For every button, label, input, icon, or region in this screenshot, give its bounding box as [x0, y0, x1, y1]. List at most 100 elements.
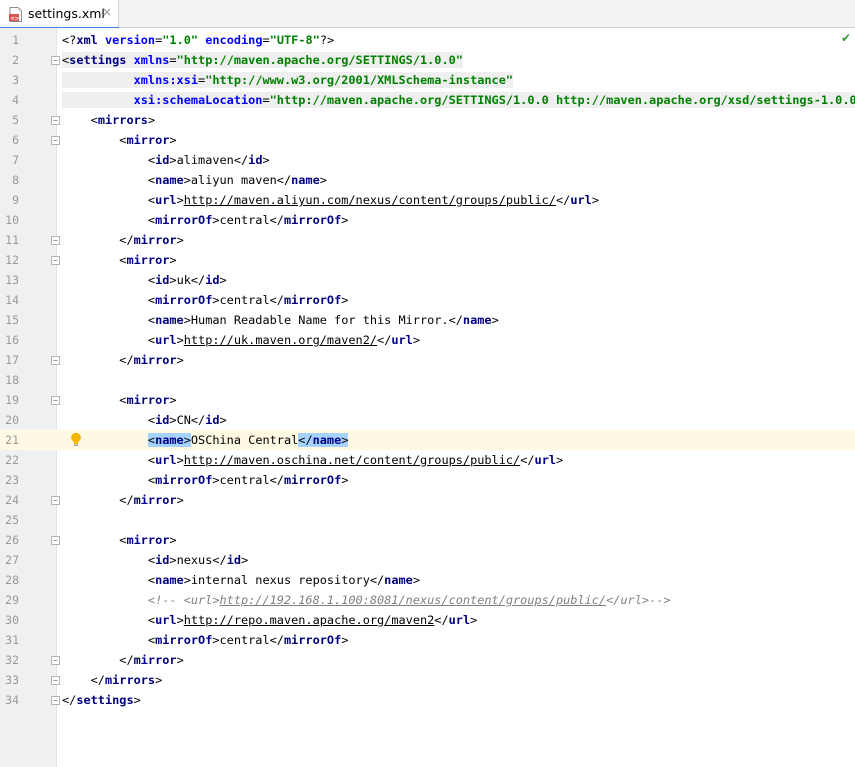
inspection-ok-icon[interactable]: ✔ [841, 31, 851, 45]
code-text: <name>internal nexus repository</name> [62, 572, 420, 588]
code-line[interactable]: 18 [0, 370, 855, 390]
code-token: > [176, 353, 184, 367]
code-text: <id>alimaven</id> [62, 152, 270, 168]
code-line[interactable]: 13 <id>uk</id> [0, 270, 855, 290]
code-line[interactable]: 34 </settings> [0, 690, 855, 710]
fold-marker-icon[interactable] [51, 536, 60, 545]
code-line[interactable]: 5 <mirrors> [0, 110, 855, 130]
code-line[interactable]: 16 <url>http://uk.maven.org/maven2/</url… [0, 330, 855, 350]
code-token: < [147, 273, 156, 287]
code-line[interactable]: 29 <!-- <url>http://192.168.1.100:8081/n… [0, 590, 855, 610]
code-line[interactable]: 1 <?xml version="1.0" encoding="UTF-8"?> [0, 30, 855, 50]
code-token: encoding [205, 33, 263, 47]
code-line[interactable]: 21 <name>OSChina Central</name> [0, 430, 855, 450]
fold-marker-icon[interactable] [51, 676, 60, 685]
code-token: > [147, 113, 156, 127]
fold-marker-icon[interactable] [51, 496, 60, 505]
tab-settings-xml[interactable]: <> settings.xml × [0, 0, 119, 29]
code-line[interactable]: 3 xmlns:xsi="http://www.w3.org/2001/XMLS… [0, 70, 855, 90]
code-token: name [155, 313, 184, 327]
fold-marker-icon[interactable] [51, 56, 60, 65]
code-token: <? [62, 33, 77, 47]
code-token: name [312, 433, 342, 447]
code-token: mirror [133, 493, 177, 507]
code-line[interactable]: 2 <settings xmlns="http://maven.apache.or… [0, 50, 855, 70]
code-token: mirror [133, 353, 177, 367]
code-text: <mirror> [62, 132, 176, 148]
svg-text:<>: <> [10, 16, 20, 22]
code-line[interactable]: 25 [0, 510, 855, 530]
code-line[interactable]: 30 <url>http://repo.maven.apache.org/mav… [0, 610, 855, 630]
code-line[interactable]: 4 xsi:schemaLocation="http://maven.apach… [0, 90, 855, 110]
url-link[interactable]: http://maven.oschina.net/content/groups/… [184, 453, 520, 467]
url-link[interactable]: http://maven.aliyun.com/nexus/content/gr… [184, 193, 556, 207]
code-text: </mirror> [62, 652, 183, 668]
code-line[interactable]: 14 <mirrorOf>central</mirrorOf> [0, 290, 855, 310]
line-number: 20 [5, 413, 19, 427]
code-line[interactable]: 19 <mirror> [0, 390, 855, 410]
code-text: </mirrors> [62, 672, 163, 688]
fold-marker-icon[interactable] [51, 396, 60, 405]
code-line[interactable]: 10 <mirrorOf>central</mirrorOf> [0, 210, 855, 230]
code-token: < [147, 433, 156, 447]
code-line[interactable]: 8 <name>aliyun maven</name> [0, 170, 855, 190]
fold-marker-icon[interactable] [51, 656, 60, 665]
line-number: 15 [5, 313, 19, 327]
line-number: 4 [12, 93, 19, 107]
code-line[interactable]: 17 </mirror> [0, 350, 855, 370]
code-token: > [412, 573, 420, 587]
code-line[interactable]: 26 <mirror> [0, 530, 855, 550]
code-token: > [341, 473, 349, 487]
url-link[interactable]: http://repo.maven.apache.org/maven2 [184, 613, 435, 627]
code-token: id [155, 413, 170, 427]
fold-marker-icon[interactable] [51, 356, 60, 365]
code-token: url [155, 613, 177, 627]
xml-file-icon: <> [9, 7, 22, 22]
code-token: > [262, 153, 270, 167]
fold-marker-icon[interactable] [51, 256, 60, 265]
code-line[interactable]: 11 </mirror> [0, 230, 855, 250]
code-token: < [147, 193, 156, 207]
url-link[interactable]: http://uk.maven.org/maven2/ [184, 333, 377, 347]
close-icon[interactable]: × [102, 5, 112, 19]
code-line[interactable]: 22 <url>http://maven.oschina.net/content… [0, 450, 855, 470]
code-line[interactable]: 32 </mirror> [0, 650, 855, 670]
code-line[interactable]: 31 <mirrorOf>central</mirrorOf> [0, 630, 855, 650]
code-token: > [219, 413, 227, 427]
line-number: 27 [5, 553, 19, 567]
code-text: xmlns:xsi="http://www.w3.org/2001/XMLSch… [62, 72, 514, 88]
fold-marker-icon[interactable] [51, 696, 60, 705]
code-line[interactable]: 15 <name>Human Readable Name for this Mi… [0, 310, 855, 330]
code-token: url [570, 193, 592, 207]
code-line[interactable]: 7 <id>alimaven</id> [0, 150, 855, 170]
code-line[interactable]: 20 <id>CN</id> [0, 410, 855, 430]
line-number: 25 [5, 513, 19, 527]
code-token: < [147, 153, 156, 167]
code-line[interactable]: 6 <mirror> [0, 130, 855, 150]
code-line[interactable]: 27 <id>nexus</id> [0, 550, 855, 570]
code-token: mirrorOf [155, 473, 213, 487]
fold-marker-icon[interactable] [51, 116, 60, 125]
code-line[interactable]: 28 <name>internal nexus repository</name… [0, 570, 855, 590]
line-number: 7 [12, 153, 19, 167]
code-line[interactable]: 23 <mirrorOf>central</mirrorOf> [0, 470, 855, 490]
fold-marker-icon[interactable] [51, 136, 60, 145]
code-line[interactable]: 12 <mirror> [0, 250, 855, 270]
code-line[interactable]: 9 <url>http://maven.aliyun.com/nexus/con… [0, 190, 855, 210]
fold-marker-icon[interactable] [51, 236, 60, 245]
code-token: > [341, 433, 349, 447]
code-token: </ [119, 353, 134, 367]
code-token: settings [76, 693, 134, 707]
code-line[interactable]: 33 </mirrors> [0, 670, 855, 690]
code-line[interactable]: 24 </mirror> [0, 490, 855, 510]
code-token: >central</ [212, 633, 284, 647]
code-token: < [147, 573, 156, 587]
